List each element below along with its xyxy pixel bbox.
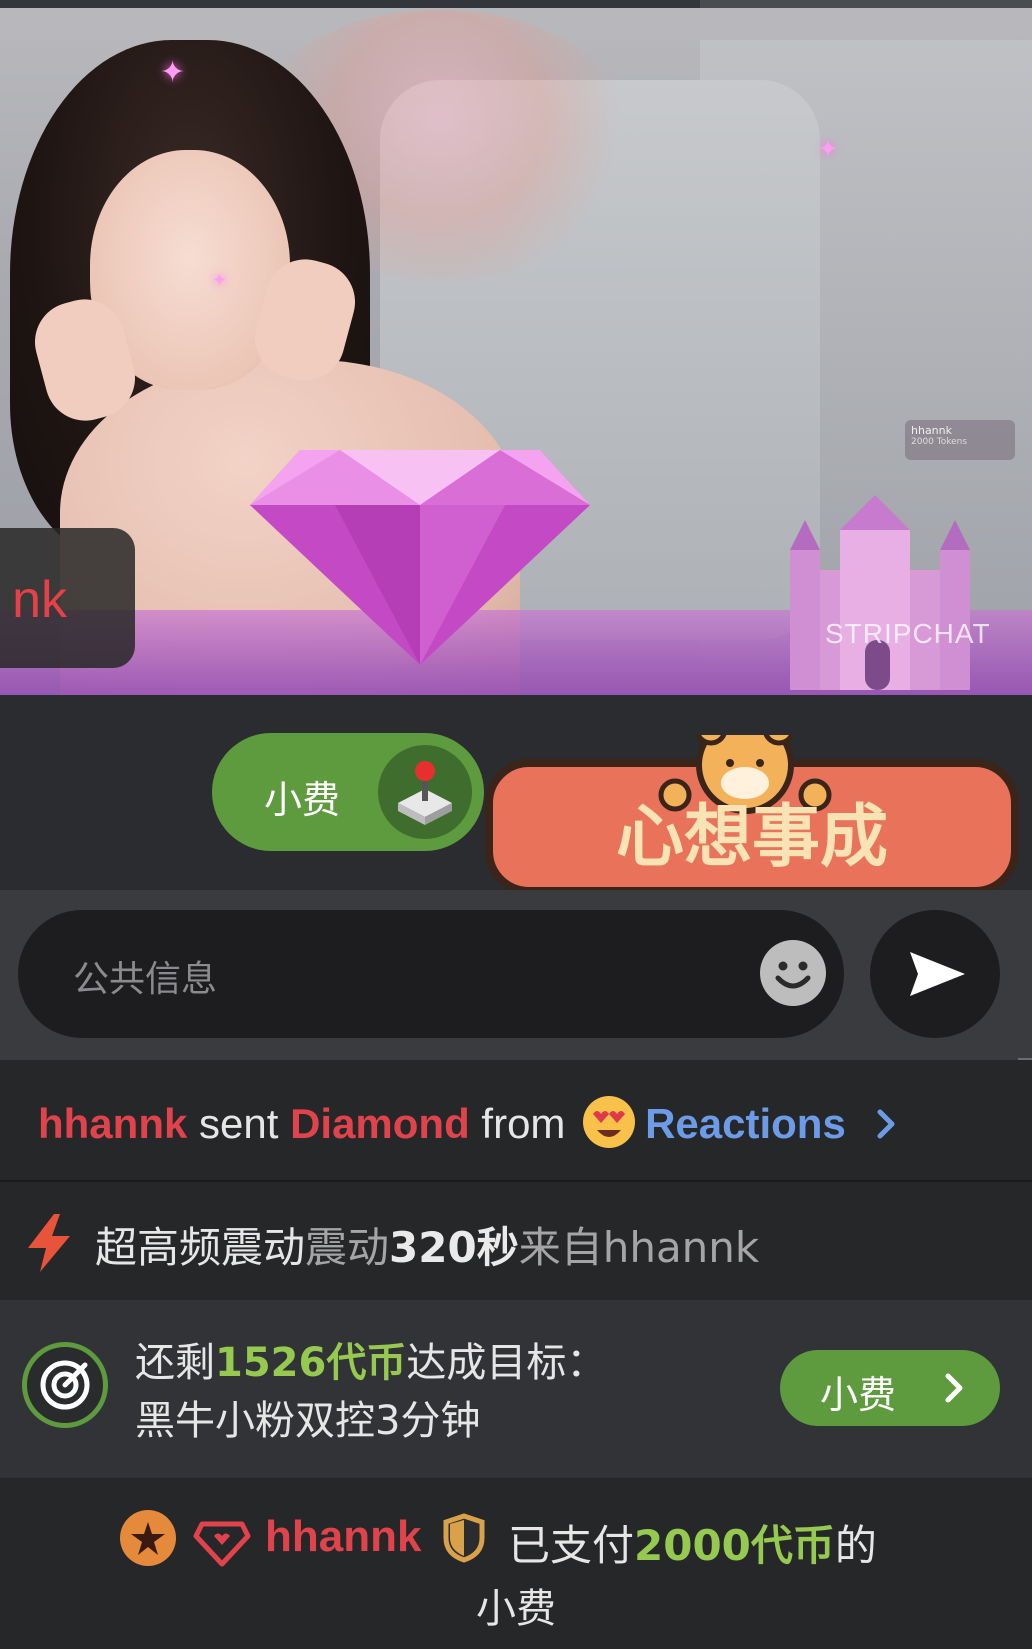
star-badge-icon [120, 1510, 176, 1566]
goal-suffix: 达成目标： [406, 1340, 607, 1386]
vibration-level: 超高频震动 [95, 1223, 306, 1272]
reaction-message: hhannk sent Diamond from Reactions [0, 1060, 1032, 1180]
sparkle-icon: ✦ [818, 135, 839, 163]
vibration-duration: 320秒 [389, 1223, 519, 1272]
tip-paid-text: 已支付2000代币的 [508, 1512, 877, 1573]
goal-tip-label: 小费 [820, 1373, 897, 1417]
tip-username[interactable]: hhannk [265, 1512, 421, 1562]
lightning-bolt-icon [28, 1214, 70, 1272]
tip-button-label: 小费 [264, 778, 341, 822]
tip-paid-prefix: 已支付 [508, 1521, 635, 1570]
mini-tip-notification: hhannk 2000 Tokens [905, 420, 1015, 460]
tip-paid-suffix: 的 [834, 1521, 877, 1570]
message-from-text: from [469, 1100, 578, 1147]
vibration-label: 震动 [305, 1223, 390, 1272]
overlay-username-text: nk [12, 571, 67, 629]
diamond-heart-badge-icon [193, 1521, 251, 1567]
goal-message: 还剩1526代币达成目标： 黑牛小粉双控3分钟 小费 [0, 1300, 1032, 1478]
tiger-sticker-icon: 心想事成 [485, 735, 1019, 895]
mini-notification-amount: 2000 Tokens [911, 437, 968, 447]
input-placeholder: 公共信息 [73, 959, 218, 1000]
shield-icon [443, 1513, 485, 1563]
send-button[interactable] [870, 910, 1000, 1038]
sticker-text: 心想事成 [616, 798, 888, 877]
public-message-input[interactable]: 公共信息 [18, 910, 844, 1038]
send-icon [910, 952, 965, 996]
chevron-right-icon [945, 1373, 963, 1403]
vibration-from: 来自hhannk [518, 1223, 760, 1272]
goal-description: 黑牛小粉双控3分钟 [135, 1398, 481, 1444]
chat-input-bar: 公共信息 [0, 890, 1032, 1060]
watermark: STRIPCHAT [825, 618, 991, 649]
message-gift-name: Diamond [290, 1100, 470, 1147]
tip-line-2: 小费 [476, 1586, 556, 1632]
reactions-link[interactable]: Reactions [645, 1100, 846, 1147]
tip-message: hhannk 已支付2000代币的 小费 [0, 1478, 1032, 1649]
goal-prefix: 还剩 [135, 1340, 215, 1386]
message-username[interactable]: hhannk [38, 1100, 187, 1147]
tip-button[interactable]: 小费 [212, 733, 484, 851]
top-progress-bar [0, 0, 1032, 8]
goal-line-1: 还剩1526代币达成目标： [135, 1330, 606, 1388]
target-icon [22, 1342, 108, 1428]
goal-tip-button[interactable]: 小费 [780, 1350, 1000, 1426]
tip-row: 小费 心想事成 [0, 695, 1032, 895]
tip-amount: 2000代币 [634, 1521, 835, 1570]
message-sent-text: sent [187, 1100, 291, 1147]
live-video[interactable]: ✦ ✦ ✦ hhannk 2000 Tokens nk STRIPCHAT [0, 0, 1032, 695]
mini-notification-user: hhannk [911, 424, 952, 437]
chevron-right-icon[interactable] [870, 1106, 902, 1142]
sparkle-icon: ✦ [160, 55, 186, 90]
heart-eyes-emoji-icon [583, 1096, 636, 1148]
goal-amount: 1526代币 [215, 1340, 407, 1386]
castle-icon [790, 495, 970, 690]
vibration-message: 超高频震动震动320秒来自hhannk [0, 1182, 1032, 1300]
joystick-icon [378, 745, 472, 839]
username-overlay: nk [0, 528, 135, 668]
sparkle-icon: ✦ [212, 270, 228, 291]
smiley-icon[interactable] [760, 940, 826, 1006]
diamond-gift-icon [250, 450, 590, 665]
